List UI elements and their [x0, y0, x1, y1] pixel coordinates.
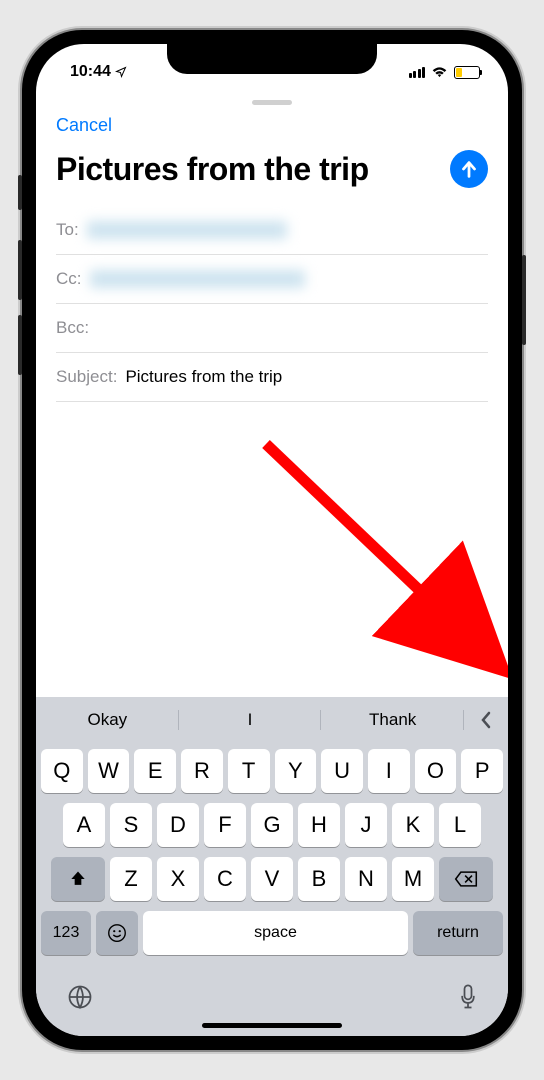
key-g[interactable]: G — [251, 803, 293, 847]
signal-icon — [409, 67, 426, 78]
key-u[interactable]: U — [321, 749, 363, 793]
key-i[interactable]: I — [368, 749, 410, 793]
wifi-icon — [431, 66, 448, 78]
to-label: To: — [56, 220, 79, 240]
volume-up — [18, 240, 22, 300]
status-right — [409, 66, 481, 79]
key-b[interactable]: B — [298, 857, 340, 901]
message-body[interactable] — [36, 402, 508, 697]
mic-icon[interactable] — [458, 983, 478, 1011]
notch — [167, 44, 377, 74]
key-k[interactable]: K — [392, 803, 434, 847]
location-icon — [115, 66, 127, 78]
key-n[interactable]: N — [345, 857, 387, 901]
key-v[interactable]: V — [251, 857, 293, 901]
chevron-left-icon — [479, 710, 493, 730]
shift-icon — [68, 869, 88, 889]
key-t[interactable]: T — [228, 749, 270, 793]
key-e[interactable]: E — [134, 749, 176, 793]
expand-toolbar-button[interactable] — [464, 710, 508, 730]
predictive-row: Okay I Thank — [36, 697, 508, 743]
subject-field[interactable]: Subject: Pictures from the trip — [56, 353, 488, 402]
cc-field[interactable]: Cc: — [56, 255, 488, 304]
bcc-label: Bcc: — [56, 318, 89, 338]
emoji-icon — [106, 922, 128, 944]
title-row: Pictures from the trip — [36, 140, 508, 206]
backspace-key[interactable] — [439, 857, 493, 901]
sheet-header: Cancel — [36, 92, 508, 140]
numbers-key[interactable]: 123 — [41, 911, 91, 955]
key-p[interactable]: P — [461, 749, 503, 793]
cc-value-redacted — [90, 270, 305, 288]
phone-frame: 10:44 Cancel Pictures from the trip To: — [22, 30, 522, 1050]
mute-switch — [18, 175, 22, 210]
key-j[interactable]: J — [345, 803, 387, 847]
status-time: 10:44 — [70, 63, 127, 81]
keyboard-rows: Q W E R T Y U I O P A S D F G H — [36, 743, 508, 969]
prediction-2[interactable]: I — [179, 700, 322, 740]
key-a[interactable]: A — [63, 803, 105, 847]
key-h[interactable]: H — [298, 803, 340, 847]
emoji-key[interactable] — [96, 911, 138, 955]
subject-value: Pictures from the trip — [125, 367, 282, 387]
to-field[interactable]: To: — [56, 206, 488, 255]
power-button — [522, 255, 526, 345]
key-row-2: A S D F G H J K L — [41, 803, 503, 847]
globe-icon[interactable] — [66, 983, 94, 1011]
backspace-icon — [454, 870, 478, 888]
arrow-up-icon — [458, 158, 480, 180]
prediction-1[interactable]: Okay — [36, 700, 179, 740]
key-row-1: Q W E R T Y U I O P — [41, 749, 503, 793]
key-l[interactable]: L — [439, 803, 481, 847]
key-d[interactable]: D — [157, 803, 199, 847]
space-key[interactable]: space — [143, 911, 408, 955]
battery-icon — [454, 66, 480, 79]
key-r[interactable]: R — [181, 749, 223, 793]
screen: 10:44 Cancel Pictures from the trip To: — [36, 44, 508, 1036]
cancel-button[interactable]: Cancel — [56, 115, 112, 135]
prediction-3[interactable]: Thank — [321, 700, 464, 740]
page-title: Pictures from the trip — [56, 151, 440, 188]
key-o[interactable]: O — [415, 749, 457, 793]
to-value-redacted — [87, 221, 287, 239]
shift-key[interactable] — [51, 857, 105, 901]
key-x[interactable]: X — [157, 857, 199, 901]
key-m[interactable]: M — [392, 857, 434, 901]
battery-fill — [456, 68, 462, 77]
return-key[interactable]: return — [413, 911, 503, 955]
key-c[interactable]: C — [204, 857, 246, 901]
keyboard: Okay I Thank Q W E R T Y U I O P — [36, 697, 508, 1036]
key-s[interactable]: S — [110, 803, 152, 847]
home-indicator[interactable] — [202, 1023, 342, 1028]
bcc-field[interactable]: Bcc: — [56, 304, 488, 353]
key-q[interactable]: Q — [41, 749, 83, 793]
time-text: 10:44 — [70, 63, 111, 81]
sheet-handle[interactable] — [252, 100, 292, 105]
key-w[interactable]: W — [88, 749, 130, 793]
keyboard-footer — [36, 969, 508, 1019]
cc-label: Cc: — [56, 269, 82, 289]
send-button[interactable] — [450, 150, 488, 188]
key-f[interactable]: F — [204, 803, 246, 847]
key-y[interactable]: Y — [275, 749, 317, 793]
key-row-3: Z X C V B N M — [41, 857, 503, 901]
subject-label: Subject: — [56, 367, 117, 387]
key-row-4: 123 space return — [41, 911, 503, 955]
key-z[interactable]: Z — [110, 857, 152, 901]
volume-down — [18, 315, 22, 375]
